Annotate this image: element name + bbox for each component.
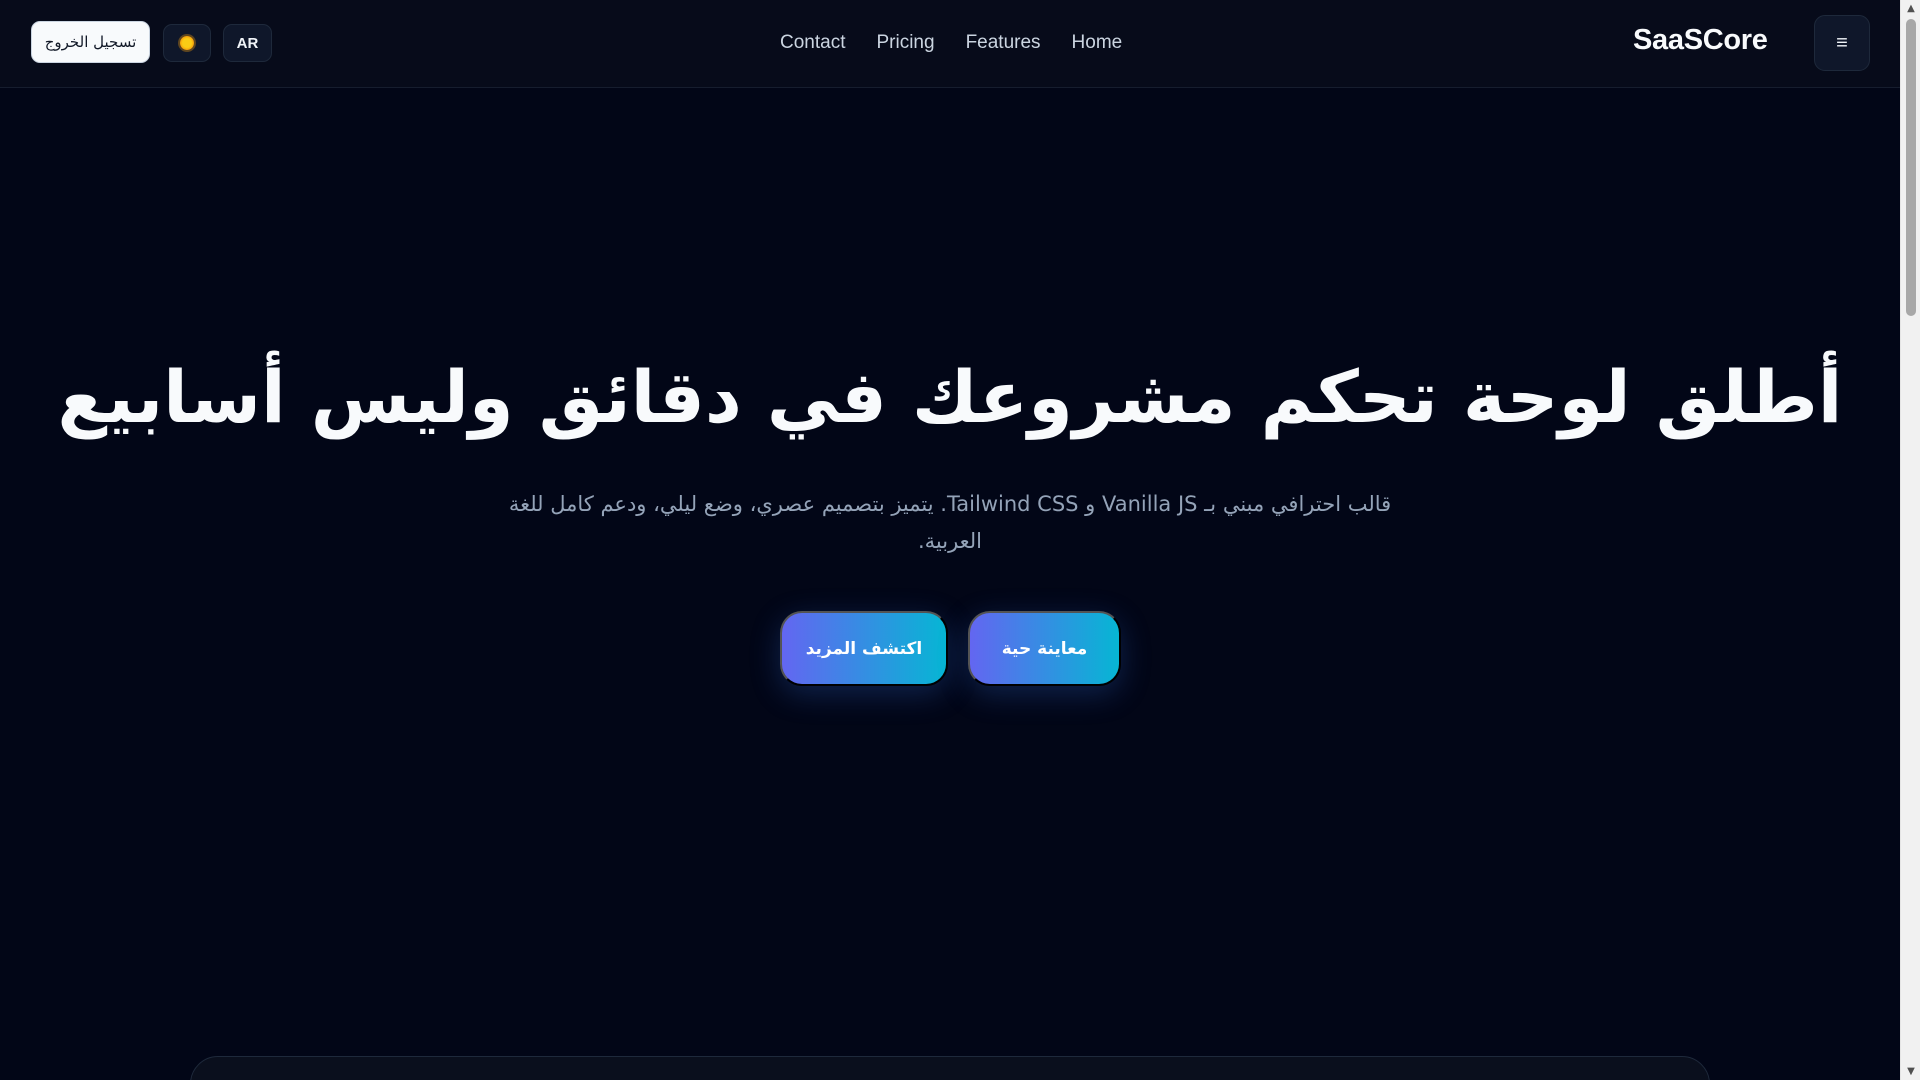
scrollbar-thumb[interactable] [1906,19,1916,316]
page-scrollbar[interactable]: ▲ ▼ [1900,0,1920,1080]
hero-subtitle: قالب احترافي مبني بـ Vanilla JS و Tailwi… [508,492,1392,553]
sun-icon [180,36,194,50]
nav-link-contact[interactable]: Contact [780,32,845,54]
scroll-down-arrow-icon[interactable]: ▼ [1901,1063,1920,1080]
hero-section: أطلق لوحة تحكم مشروعك في دقائق وليس أساب… [0,88,1900,1080]
menu-button[interactable]: ≡ [1814,15,1870,71]
hamburger-icon: ≡ [1836,31,1848,54]
live-preview-button[interactable]: معاينة حية [968,611,1121,686]
brand-logo[interactable]: SaaSCore [1633,24,1768,57]
nav-link-home[interactable]: Home [1072,32,1123,54]
hero-title: أطلق لوحة تحكم مشروعك في دقائق وليس أساب… [57,355,1843,439]
preview-card [190,1056,1710,1080]
theme-toggle-button[interactable] [163,24,211,62]
language-toggle-button[interactable]: AR [223,24,272,62]
logout-button[interactable]: تسجيل الخروج [31,21,150,63]
scroll-up-arrow-icon[interactable]: ▲ [1901,0,1920,17]
top-navbar: تسجيل الخروج AR Contact Pricing Features… [0,0,1900,88]
page: تسجيل الخروج AR Contact Pricing Features… [0,0,1920,1080]
explore-more-button[interactable]: اكتشف المزيد [780,611,948,686]
main-nav: Contact Pricing Features Home [780,28,1122,58]
nav-link-features[interactable]: Features [966,32,1041,54]
nav-link-pricing[interactable]: Pricing [876,32,934,54]
